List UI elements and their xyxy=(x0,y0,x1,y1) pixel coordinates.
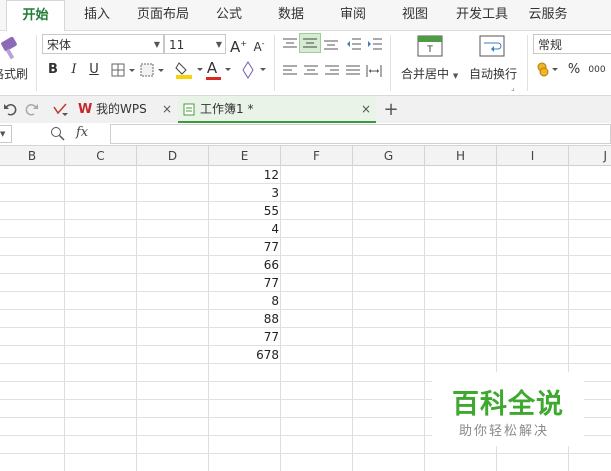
cell-style-icon[interactable] xyxy=(140,63,166,77)
menu-tab-insert[interactable]: 插入 xyxy=(73,0,121,30)
font-name-select[interactable]: 宋体 ▼ xyxy=(42,34,164,54)
currency-format-icon[interactable] xyxy=(536,62,560,78)
align-bottom-icon[interactable] xyxy=(323,37,339,51)
align-right-icon[interactable] xyxy=(324,64,340,78)
format-painter-label[interactable]: 格式刷 xyxy=(0,65,28,82)
watermark-subtitle: 助你轻松解决 xyxy=(459,424,550,439)
grow-font-button[interactable]: A+ xyxy=(230,34,247,56)
justify-icon[interactable] xyxy=(345,64,361,78)
font-color-glyph: A xyxy=(206,59,218,77)
cell-e4[interactable]: 4 xyxy=(209,220,279,238)
italic-button[interactable]: I xyxy=(65,60,83,80)
document-tab-bar: W 我的WPS × 工作簿1 * × + xyxy=(0,96,611,124)
number-format-select[interactable]: 常规 xyxy=(533,34,611,54)
align-middle-button[interactable] xyxy=(299,33,321,53)
fill-color-icon[interactable] xyxy=(175,60,205,80)
spreadsheet-file-icon xyxy=(183,103,195,116)
watermark-title: 百科全说 xyxy=(452,389,564,420)
column-header-j[interactable]: J xyxy=(569,146,611,166)
decrease-indent-icon[interactable] xyxy=(346,37,362,51)
cell-e2[interactable]: 3 xyxy=(209,184,279,202)
align-top-icon[interactable] xyxy=(282,37,298,51)
chevron-down-icon[interactable] xyxy=(224,67,232,73)
merge-center-label: 合并居中 xyxy=(401,67,450,81)
menu-tab-review[interactable]: 审阅 xyxy=(331,0,375,30)
insert-function-button[interactable]: fx xyxy=(76,125,88,140)
wrap-text-icon[interactable] xyxy=(479,35,505,59)
tab-my-wps-label: 我的WPS xyxy=(96,102,147,116)
column-header-d[interactable]: D xyxy=(137,146,209,166)
cell-e11[interactable]: 678 xyxy=(209,346,279,364)
cell-e5[interactable]: 77 xyxy=(209,238,279,256)
tab-workbook-label: 工作簿1 * xyxy=(200,102,254,116)
cell-e3[interactable]: 55 xyxy=(209,202,279,220)
font-size-select[interactable]: 11 ▼ xyxy=(164,34,226,54)
font-color-button[interactable]: A xyxy=(205,58,219,78)
menu-bar: 开始 插入 页面布局 公式 数据 审阅 视图 开发工具 云服务 xyxy=(0,0,611,32)
cell-e9[interactable]: 88 xyxy=(209,310,279,328)
font-color-swatch xyxy=(206,77,221,80)
align-center-icon[interactable] xyxy=(303,64,319,78)
menu-tab-developer[interactable]: 开发工具 xyxy=(451,0,513,30)
watermark: 百科全说 助你轻松解决 xyxy=(432,372,584,446)
column-header-h[interactable]: H xyxy=(425,146,497,166)
tab-my-wps[interactable]: W 我的WPS × xyxy=(74,96,178,123)
distributed-align-icon[interactable] xyxy=(366,64,382,78)
bold-button[interactable]: B xyxy=(44,60,62,80)
cell-e1[interactable]: 12 xyxy=(209,166,279,184)
new-tab-button[interactable]: + xyxy=(382,96,400,123)
close-icon[interactable]: × xyxy=(361,96,371,123)
quick-access-dropdown-icon[interactable] xyxy=(52,103,68,117)
undo-icon[interactable] xyxy=(3,102,17,116)
align-left-icon[interactable] xyxy=(282,64,298,78)
column-header-c[interactable]: C xyxy=(65,146,137,166)
formula-bar: ▼ fx xyxy=(0,123,611,146)
chevron-down-icon: ▼ xyxy=(153,40,160,49)
cell-e6[interactable]: 66 xyxy=(209,256,279,274)
redo-icon[interactable] xyxy=(25,102,39,116)
format-painter-icon[interactable] xyxy=(0,35,24,61)
chevron-down-icon: ▼ xyxy=(215,40,222,49)
menu-tab-data[interactable]: 数据 xyxy=(269,0,313,30)
grow-font-glyph: A xyxy=(230,38,241,56)
formula-input[interactable] xyxy=(110,124,611,144)
font-size-value: 11 xyxy=(169,38,185,52)
number-format-value: 常规 xyxy=(538,38,563,52)
wps-logo-icon: W xyxy=(78,102,93,117)
menu-tab-view[interactable]: 视图 xyxy=(393,0,437,30)
tab-workbook[interactable]: 工作簿1 * × xyxy=(178,96,376,123)
menu-tab-home[interactable]: 开始 xyxy=(6,0,65,32)
shrink-font-glyph: A xyxy=(253,40,262,54)
clear-format-icon[interactable] xyxy=(240,60,268,80)
menu-tab-cloud[interactable]: 云服务 xyxy=(524,0,572,30)
column-header-g[interactable]: G xyxy=(353,146,425,166)
cell-e7[interactable]: 77 xyxy=(209,274,279,292)
merge-center-button[interactable]: 合并居中 ▼ xyxy=(401,65,458,82)
name-box[interactable]: ▼ xyxy=(0,125,12,143)
underline-button[interactable]: U xyxy=(85,60,103,80)
zoom-icon[interactable] xyxy=(50,126,66,142)
column-header-f[interactable]: F xyxy=(281,146,353,166)
ribbon: 格式刷 宋体 ▼ 11 ▼ A+ A- B I U A xyxy=(0,31,611,96)
cell-e8[interactable]: 8 xyxy=(209,292,279,310)
font-name-value: 宋体 xyxy=(47,38,72,52)
column-header-b[interactable]: B xyxy=(0,146,65,166)
merge-center-icon[interactable]: T xyxy=(417,35,443,59)
comma-style-button[interactable]: 000 xyxy=(587,60,607,80)
column-header-e[interactable]: E xyxy=(209,146,281,166)
wrap-text-button[interactable]: 自动换行 xyxy=(469,65,517,82)
increase-indent-icon[interactable] xyxy=(367,37,383,51)
align-middle-icon xyxy=(303,38,317,48)
svg-text:T: T xyxy=(426,45,433,55)
menu-tab-page-layout[interactable]: 页面布局 xyxy=(130,0,196,30)
column-header-i[interactable]: I xyxy=(497,146,569,166)
percent-button[interactable]: % xyxy=(566,60,582,80)
cell-e10[interactable]: 77 xyxy=(209,328,279,346)
menu-tab-formulas[interactable]: 公式 xyxy=(207,0,251,30)
dialog-launcher-icon[interactable]: ⌟ xyxy=(511,83,515,92)
shrink-font-button[interactable]: A- xyxy=(251,34,267,54)
close-icon[interactable]: × xyxy=(162,96,172,123)
borders-icon[interactable] xyxy=(111,63,137,77)
